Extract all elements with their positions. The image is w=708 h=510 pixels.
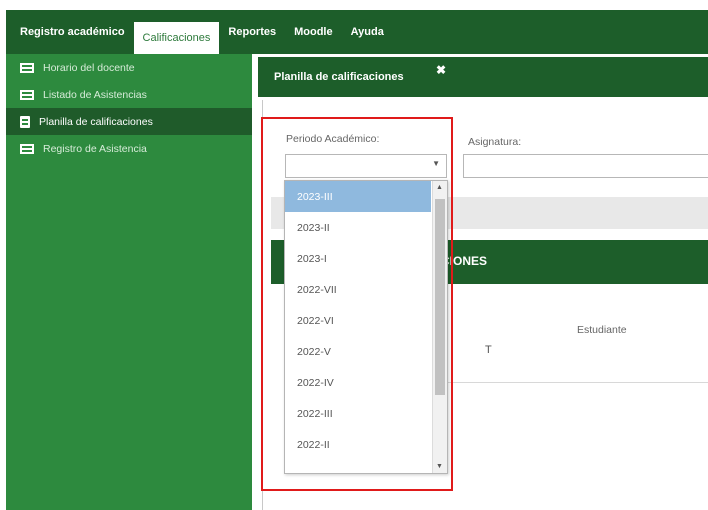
table-icon [20,62,34,73]
scroll-down-icon[interactable]: ▼ [436,463,443,470]
period-dropdown-list[interactable]: 2023-III 2023-II 2023-I 2022-VII 2022-VI… [284,180,448,474]
subject-input[interactable] [463,154,708,178]
sidebar-item-label: Planilla de calificaciones [39,115,153,128]
sidebar-item-registro-asistencia[interactable]: Registro de Asistencia [6,135,252,162]
dropdown-option[interactable]: 2022-II [285,429,431,460]
menu-registro-academico[interactable]: Registro académico [6,10,134,54]
tab-planilla-calificaciones[interactable]: Planilla de calificaciones [258,57,422,97]
column-header-t: T [485,344,492,356]
column-header-student: Estudiante [577,324,627,336]
chevron-down-icon: ▼ [432,159,440,168]
menu-calificaciones[interactable]: Calificaciones [133,22,220,54]
dropdown-option[interactable]: 2022-III [285,398,431,429]
period-label: Periodo Académico: [286,133,380,145]
sidebar-item-horario[interactable]: Horario del docente [6,54,252,81]
sidebar-item-listado-asistencias[interactable]: Listado de Asistencias [6,81,252,108]
subject-label: Asignatura: [468,136,522,148]
sidebar-item-label: Registro de Asistencia [43,142,147,155]
sidebar-item-planilla-calificaciones[interactable]: Planilla de calificaciones [6,108,252,135]
period-select[interactable]: ▼ [285,154,447,178]
document-icon [20,115,30,128]
dropdown-option[interactable]: 2022-V [285,336,431,367]
dropdown-option[interactable]: 2023-II [285,212,431,243]
menu-reportes[interactable]: Reportes [219,10,285,54]
menu-moodle[interactable]: Moodle [285,10,342,54]
dropdown-option[interactable]: 2022-IV [285,367,431,398]
menu-ayuda[interactable]: Ayuda [342,10,393,54]
dropdown-option[interactable]: 2023-III [285,181,431,212]
sidebar-item-label: Horario del docente [43,61,135,74]
scrollbar-thumb[interactable] [435,199,445,395]
close-icon[interactable]: ✖ [436,63,446,77]
top-menubar: Registro académico Calificaciones Report… [6,10,708,54]
dropdown-option[interactable]: 2022-VI [285,305,431,336]
scroll-up-icon[interactable]: ▲ [436,184,443,191]
sidebar: Horario del docente Listado de Asistenci… [6,54,252,510]
sidebar-item-label: Listado de Asistencias [43,88,147,101]
table-icon [20,143,34,154]
dropdown-option[interactable]: 2023-I [285,243,431,274]
dropdown-scrollbar[interactable]: ▲ ▼ [432,181,447,473]
table-icon [20,89,34,100]
dropdown-option[interactable]: 2022-VII [285,274,431,305]
tab-bar: Planilla de calificaciones ✖ [258,57,708,97]
